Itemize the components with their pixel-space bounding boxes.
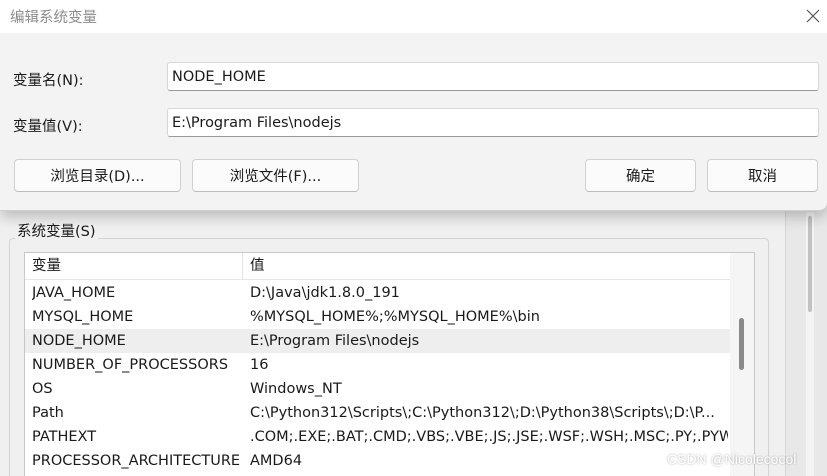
variable-value-cell: D:\Java\jdk1.8.0_191 xyxy=(250,285,400,301)
variable-name-cell: PATHEXT xyxy=(32,429,97,445)
variable-value-cell: 16 xyxy=(250,357,269,373)
list-scrollbar-thumb[interactable] xyxy=(739,318,744,370)
variable-name-label: 变量名(N): xyxy=(13,73,84,89)
list-scrollbar[interactable] xyxy=(730,253,754,476)
table-row[interactable]: Path C:\Python312\Scripts\;C:\Python312\;… xyxy=(25,401,730,425)
edit-system-variable-dialog: 编辑系统变量 变量名(N): 变量值(V): 浏览目录(D)... 浏览文件(F… xyxy=(0,0,827,211)
variable-name-cell: MYSQL_HOME xyxy=(32,309,134,325)
variable-name-cell: Path xyxy=(32,405,64,421)
list-header: 变量 值 xyxy=(25,253,730,280)
column-header-value[interactable]: 值 xyxy=(243,253,730,280)
variable-name-cell: OS xyxy=(32,381,53,397)
variable-value-cell: %MYSQL_HOME%;%MYSQL_HOME%\bin xyxy=(250,309,540,325)
variable-value-label: 变量值(V): xyxy=(13,119,83,135)
browse-file-button[interactable]: 浏览文件(F)... xyxy=(192,159,359,192)
system-variables-label: 系统变量(S) xyxy=(15,220,98,241)
table-row[interactable]: PATHEXT .COM;.EXE;.BAT;.CMD;.VBS;.VBE;.JS… xyxy=(25,425,730,449)
table-row[interactable]: NODE_HOME E:\Program Files\nodejs xyxy=(25,329,730,353)
table-row[interactable]: MYSQL_HOME %MYSQL_HOME%;%MYSQL_HOME%\bin xyxy=(25,305,730,329)
list-rows: JAVA_HOME D:\Java\jdk1.8.0_191 MYSQL_HOME%… xyxy=(25,281,730,473)
variable-name-cell: PROCESSOR_ARCHITECTURE xyxy=(32,453,240,469)
variable-value-cell: C:\Python312\Scripts\;C:\Python312\;D:\P… xyxy=(250,405,715,421)
cancel-button[interactable]: 取消 xyxy=(707,159,818,192)
variable-name-input[interactable] xyxy=(167,62,819,91)
dialog-title: 编辑系统变量 xyxy=(10,10,97,26)
variable-name-cell: JAVA_HOME xyxy=(32,285,116,301)
variable-value-cell: E:\Program Files\nodejs xyxy=(250,333,420,349)
window-scrollbar-thumb[interactable] xyxy=(808,216,812,312)
variable-value-cell: Windows_NT xyxy=(250,381,342,397)
close-button[interactable] xyxy=(799,2,827,30)
variable-value-input[interactable] xyxy=(167,108,819,137)
table-row[interactable]: JAVA_HOME D:\Java\jdk1.8.0_191 xyxy=(25,281,730,305)
column-header-variable[interactable]: 变量 xyxy=(25,253,243,280)
variable-name-cell: NUMBER_OF_PROCESSORS xyxy=(32,357,229,373)
table-row[interactable]: NUMBER_OF_PROCESSORS 16 xyxy=(25,353,730,377)
table-row[interactable]: OS Windows_NT xyxy=(25,377,730,401)
table-row[interactable]: PROCESSOR_ARCHITECTURE AMD64 xyxy=(25,449,730,473)
watermark: CSDN @Nicolecocol xyxy=(667,451,797,467)
variable-value-cell: .COM;.EXE;.BAT;.CMD;.VBS;.VBE;.JS;.JSE;.… xyxy=(250,429,728,445)
variable-name-cell: NODE_HOME xyxy=(32,333,126,349)
dialog-titlebar: 编辑系统变量 xyxy=(0,0,827,33)
browse-directory-button[interactable]: 浏览目录(D)... xyxy=(14,159,181,192)
variable-value-cell: AMD64 xyxy=(250,453,303,469)
ok-button[interactable]: 确定 xyxy=(585,159,696,192)
system-variables-list[interactable]: 变量 值 JAVA_HOME D:\Java\jdk1.8.0_191 MYSQL_… xyxy=(24,252,755,476)
close-icon xyxy=(806,9,820,23)
